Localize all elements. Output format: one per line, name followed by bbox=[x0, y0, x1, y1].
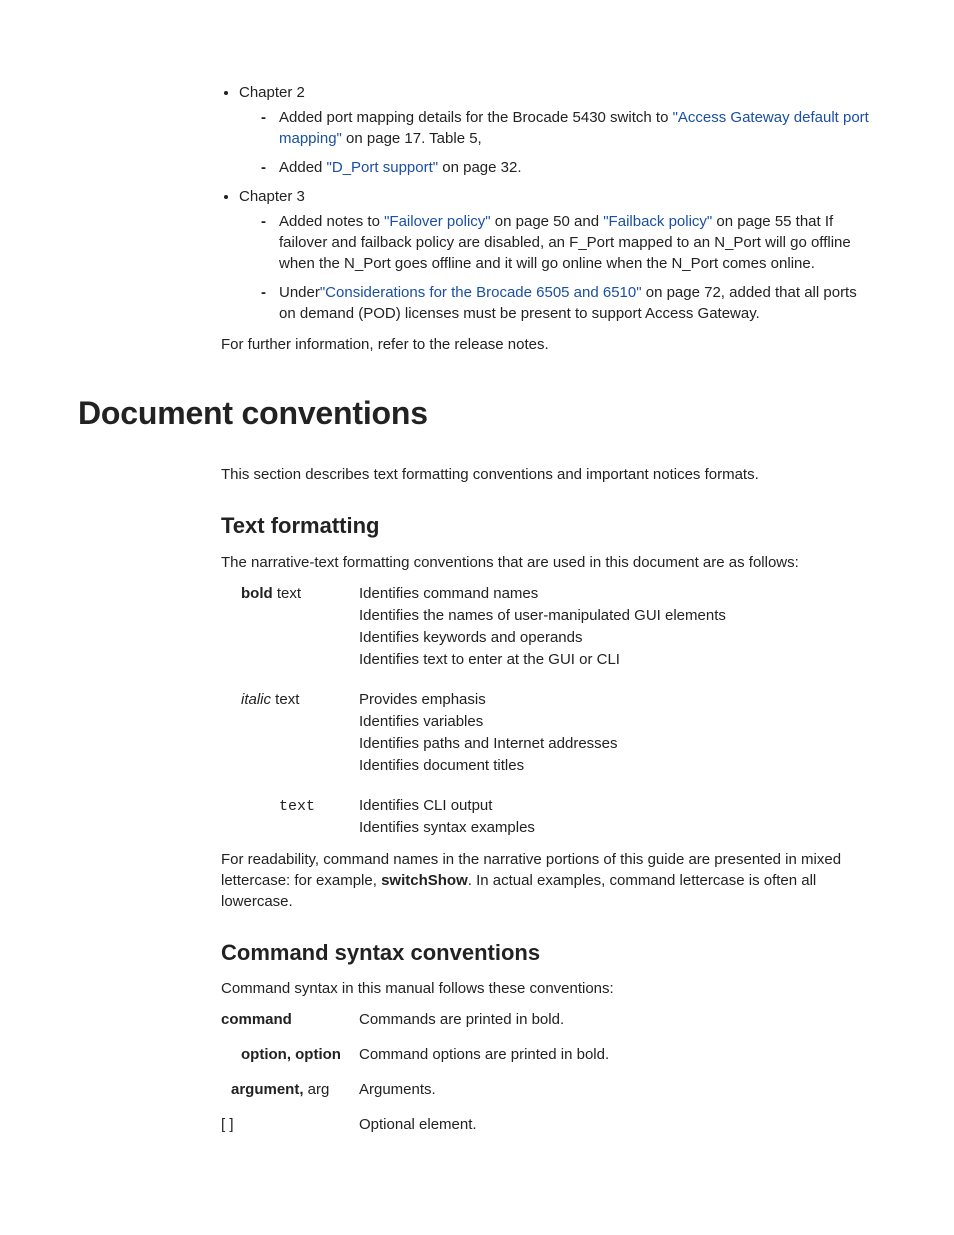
changes-block: Chapter 2 Added port mapping details for… bbox=[221, 82, 876, 355]
heading-command-syntax: Command syntax conventions bbox=[221, 938, 876, 969]
syn-desc: Command options are printed in bold. bbox=[359, 1044, 876, 1065]
conv-body: Identifies CLI output Identifies syntax … bbox=[359, 795, 876, 839]
link-failback-policy[interactable]: "Failback policy" bbox=[603, 213, 712, 230]
conv-row-italic: italic text Provides emphasis Identifies… bbox=[221, 689, 876, 777]
conv-row-bold: bold text Identifies command names Ident… bbox=[221, 583, 876, 671]
heading-document-conventions: Document conventions bbox=[78, 391, 876, 436]
syn-label: argument, arg bbox=[221, 1079, 359, 1100]
conv-body: Provides emphasis Identifies variables I… bbox=[359, 689, 876, 777]
change-item: Added port mapping details for the Broca… bbox=[261, 107, 876, 149]
syn-row: option, option Command options are print… bbox=[221, 1044, 876, 1065]
link-dport-support[interactable]: "D_Port support" bbox=[327, 159, 439, 176]
change-item: Added notes to "Failover policy" on page… bbox=[261, 211, 876, 274]
chapter-title: Chapter 3 bbox=[239, 188, 305, 205]
syn-label: option, option bbox=[221, 1044, 359, 1065]
textfmt-intro: The narrative-text formatting convention… bbox=[221, 552, 876, 573]
doc-conv-intro: This section describes text formatting c… bbox=[221, 464, 876, 485]
further-info: For further information, refer to the re… bbox=[221, 334, 876, 355]
conv-label: italic text bbox=[221, 689, 359, 777]
syn-row: command Commands are printed in bold. bbox=[221, 1009, 876, 1030]
heading-text-formatting: Text formatting bbox=[221, 511, 876, 542]
link-considerations-6505-6510[interactable]: "Considerations for the Brocade 6505 and… bbox=[320, 284, 642, 301]
conv-row-mono: text Identifies CLI output Identifies sy… bbox=[221, 795, 876, 839]
syn-label: [ ] bbox=[221, 1114, 359, 1135]
cmdsyn-intro: Command syntax in this manual follows th… bbox=[221, 978, 876, 999]
syn-label: command bbox=[221, 1009, 359, 1030]
conv-body: Identifies command names Identifies the … bbox=[359, 583, 876, 671]
link-failover-policy[interactable]: "Failover policy" bbox=[384, 213, 491, 230]
change-item: Under"Considerations for the Brocade 650… bbox=[261, 282, 876, 324]
textfmt-outro: For readability, command names in the na… bbox=[221, 849, 876, 912]
syn-row: argument, arg Arguments. bbox=[221, 1079, 876, 1100]
conv-label: text bbox=[221, 795, 359, 839]
chapter-2: Chapter 2 Added port mapping details for… bbox=[239, 82, 876, 178]
chapter-3: Chapter 3 Added notes to "Failover polic… bbox=[239, 186, 876, 324]
syn-desc: Arguments. bbox=[359, 1079, 876, 1100]
syn-desc: Optional element. bbox=[359, 1114, 876, 1135]
conv-label: bold text bbox=[221, 583, 359, 671]
syn-desc: Commands are printed in bold. bbox=[359, 1009, 876, 1030]
change-item: Added "D_Port support" on page 32. bbox=[261, 157, 876, 178]
syn-row: [ ] Optional element. bbox=[221, 1114, 876, 1135]
chapter-title: Chapter 2 bbox=[239, 84, 305, 101]
changes-list: Chapter 2 Added port mapping details for… bbox=[221, 82, 876, 324]
